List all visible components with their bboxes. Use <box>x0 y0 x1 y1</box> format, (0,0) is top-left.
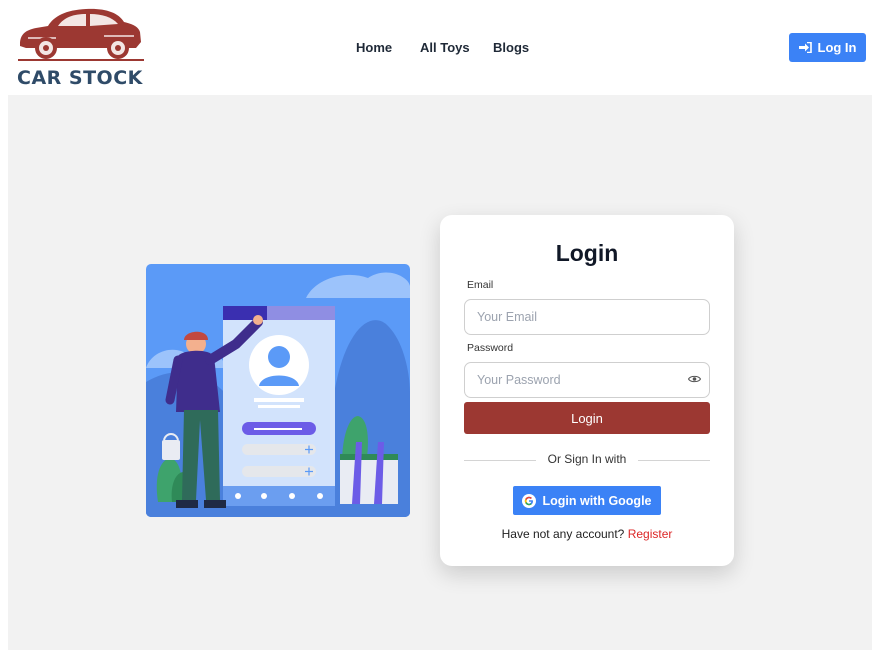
password-input[interactable]: Your Password <box>464 362 710 398</box>
main-nav: Home All Toys Blogs <box>0 40 889 56</box>
google-login-button[interactable]: Login with Google <box>513 486 661 515</box>
login-submit-button[interactable]: Login <box>464 402 710 434</box>
password-label: Password <box>467 342 514 354</box>
nav-link-blogs[interactable]: Blogs <box>493 40 529 55</box>
google-button-label: Login with Google <box>542 493 652 508</box>
divider-line-right <box>638 460 710 461</box>
header-login-label: Log In <box>817 40 857 55</box>
nav-link-all-toys[interactable]: All Toys <box>420 40 470 55</box>
logo-text: CAR STOCK <box>17 67 143 89</box>
nav-link-home[interactable]: Home <box>356 40 392 55</box>
register-link[interactable]: Register <box>628 527 673 541</box>
login-card: Login Email Your Email Password Your Pas… <box>440 215 734 566</box>
header-login-button[interactable]: Log In <box>789 33 866 62</box>
email-label: Email <box>467 279 494 291</box>
login-illustration <box>146 264 410 517</box>
car-logo-icon <box>18 8 144 61</box>
divider-text: Or Sign In with <box>547 452 627 466</box>
sign-in-icon <box>798 42 812 53</box>
google-icon <box>522 493 537 508</box>
email-placeholder: Your Email <box>477 310 537 324</box>
site-header: CAR STOCK Home All Toys Blogs Log In <box>0 0 889 95</box>
login-title: Login <box>555 240 619 266</box>
email-input[interactable]: Your Email <box>464 299 710 335</box>
profile-illustration-image <box>146 264 410 517</box>
password-placeholder: Your Password <box>477 373 561 387</box>
no-account-text: Have not any account? <box>501 527 625 541</box>
eye-icon[interactable] <box>688 374 701 384</box>
or-divider: Or Sign In with <box>464 452 710 468</box>
register-prompt: Have not any account? Register <box>440 527 734 541</box>
